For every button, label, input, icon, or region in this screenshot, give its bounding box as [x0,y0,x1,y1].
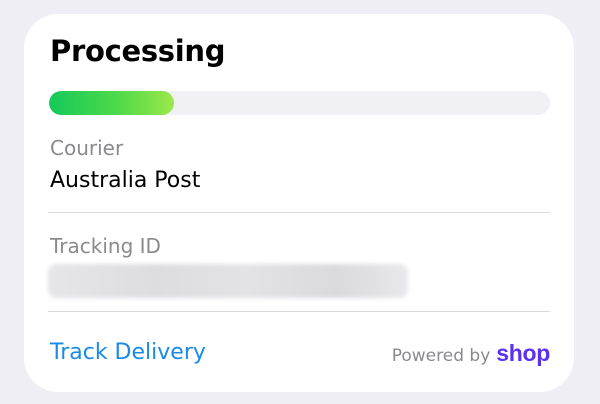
divider [48,212,550,213]
shop-logo: shop [496,340,550,366]
track-delivery-link[interactable]: Track Delivery [50,340,206,365]
powered-by-shop: Powered by shop [391,340,551,367]
tracking-id-value-redacted [48,264,408,298]
shipment-card: Processing Courier Australia Post Tracki… [24,14,574,392]
status-title: Processing [50,34,226,68]
courier-value: Australia Post [50,168,201,193]
tracking-id-label: Tracking ID [50,234,161,258]
progress-fill [49,91,175,115]
progress-bar [49,91,550,115]
courier-label: Courier [50,136,124,160]
divider [48,311,550,312]
powered-by-label: Powered by [391,346,491,366]
